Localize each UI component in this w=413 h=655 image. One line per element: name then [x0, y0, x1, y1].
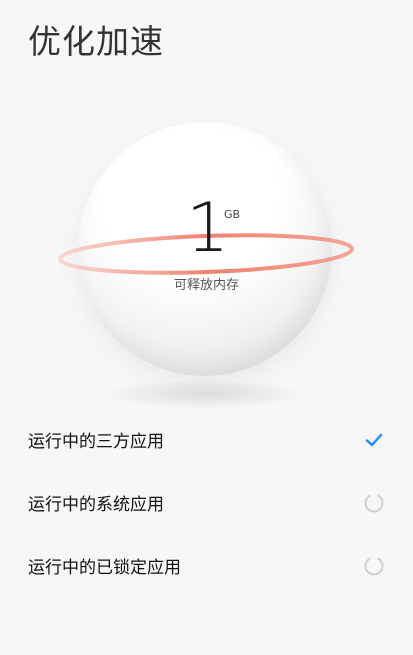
checkmark-icon — [363, 429, 385, 451]
memory-label: 可释放内存 — [173, 278, 239, 293]
scan-item-label: 运行中的三方应用 — [28, 432, 164, 452]
scan-item-label: 运行中的已锁定应用 — [28, 558, 181, 578]
memory-unit: GB — [224, 208, 241, 221]
scan-item-label: 运行中的系统应用 — [28, 495, 164, 515]
loading-spinner-icon — [363, 555, 385, 577]
loading-spinner-icon — [363, 492, 385, 514]
memory-sphere: 1 GB 可释放内存 — [0, 110, 413, 430]
scan-list: 运行中的三方应用 运行中的系统应用 运行中的已锁定应用 — [0, 408, 413, 597]
scan-item-third-party-apps[interactable]: 运行中的三方应用 — [0, 408, 413, 471]
page-title: 优化加速 — [28, 22, 164, 61]
memory-value: 1 — [186, 189, 230, 268]
scan-item-locked-apps[interactable]: 运行中的已锁定应用 — [0, 534, 413, 597]
orbit-ring — [58, 233, 354, 275]
scan-item-system-apps[interactable]: 运行中的系统应用 — [0, 471, 413, 534]
